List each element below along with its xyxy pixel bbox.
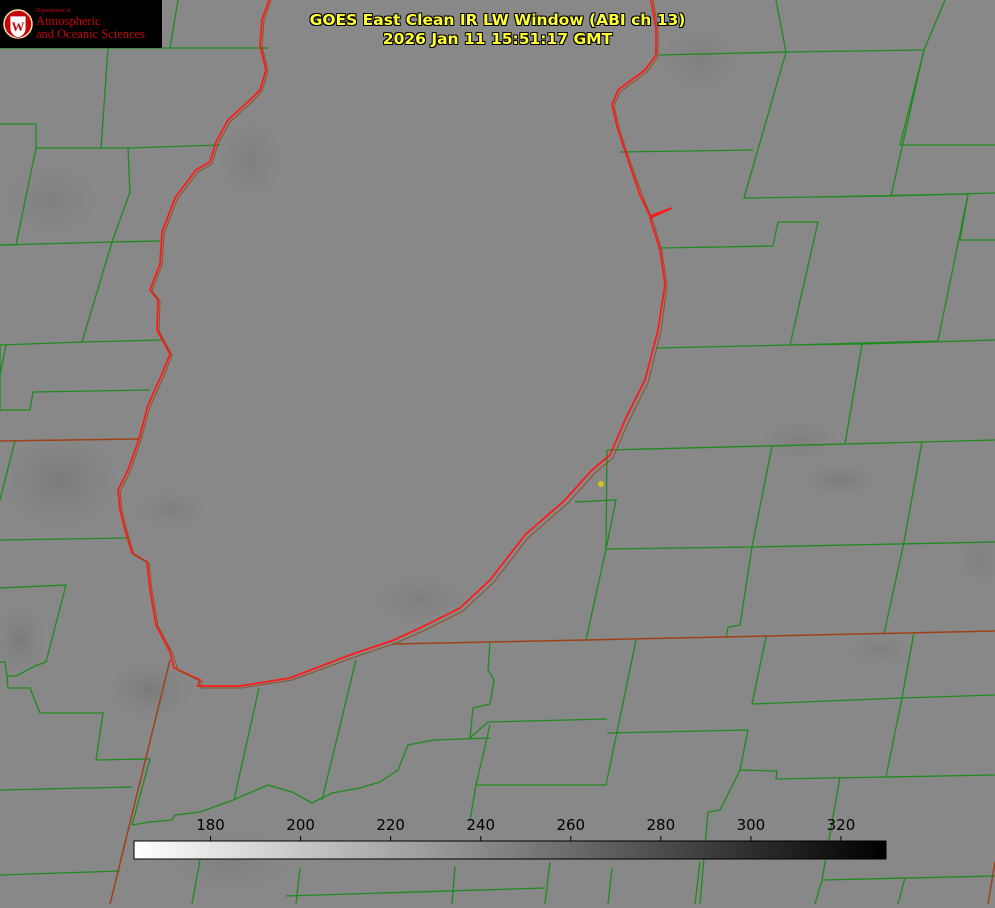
- title-timestamp: 2026 Jan 11 15:51:17 GMT: [382, 30, 613, 48]
- colorbar-tick-label: 200: [286, 816, 315, 834]
- colorbar-gradient: [133, 840, 887, 860]
- image-title: GOES East Clean IR LW Window (ABI ch 13)…: [0, 11, 995, 49]
- colorbar-tick-label: 260: [556, 816, 585, 834]
- colorbar-tick-label: 220: [376, 816, 405, 834]
- ir-background: [0, 0, 995, 904]
- satellite-map: 180 200 220 240 260 280 300 320 W Department of…: [0, 0, 995, 905]
- title-product: GOES East Clean IR LW Window (ABI ch 13): [309, 11, 686, 29]
- colorbar-tick-label: 240: [466, 816, 495, 834]
- colorbar-tick-label: 180: [196, 816, 225, 834]
- colorbar-tick-label: 320: [827, 816, 856, 834]
- colorbar-tick-label: 280: [647, 816, 676, 834]
- station-marker: [598, 481, 604, 487]
- map-canvas: 180 200 220 240 260 280 300 320: [0, 0, 995, 905]
- colorbar-tick-label: 300: [737, 816, 766, 834]
